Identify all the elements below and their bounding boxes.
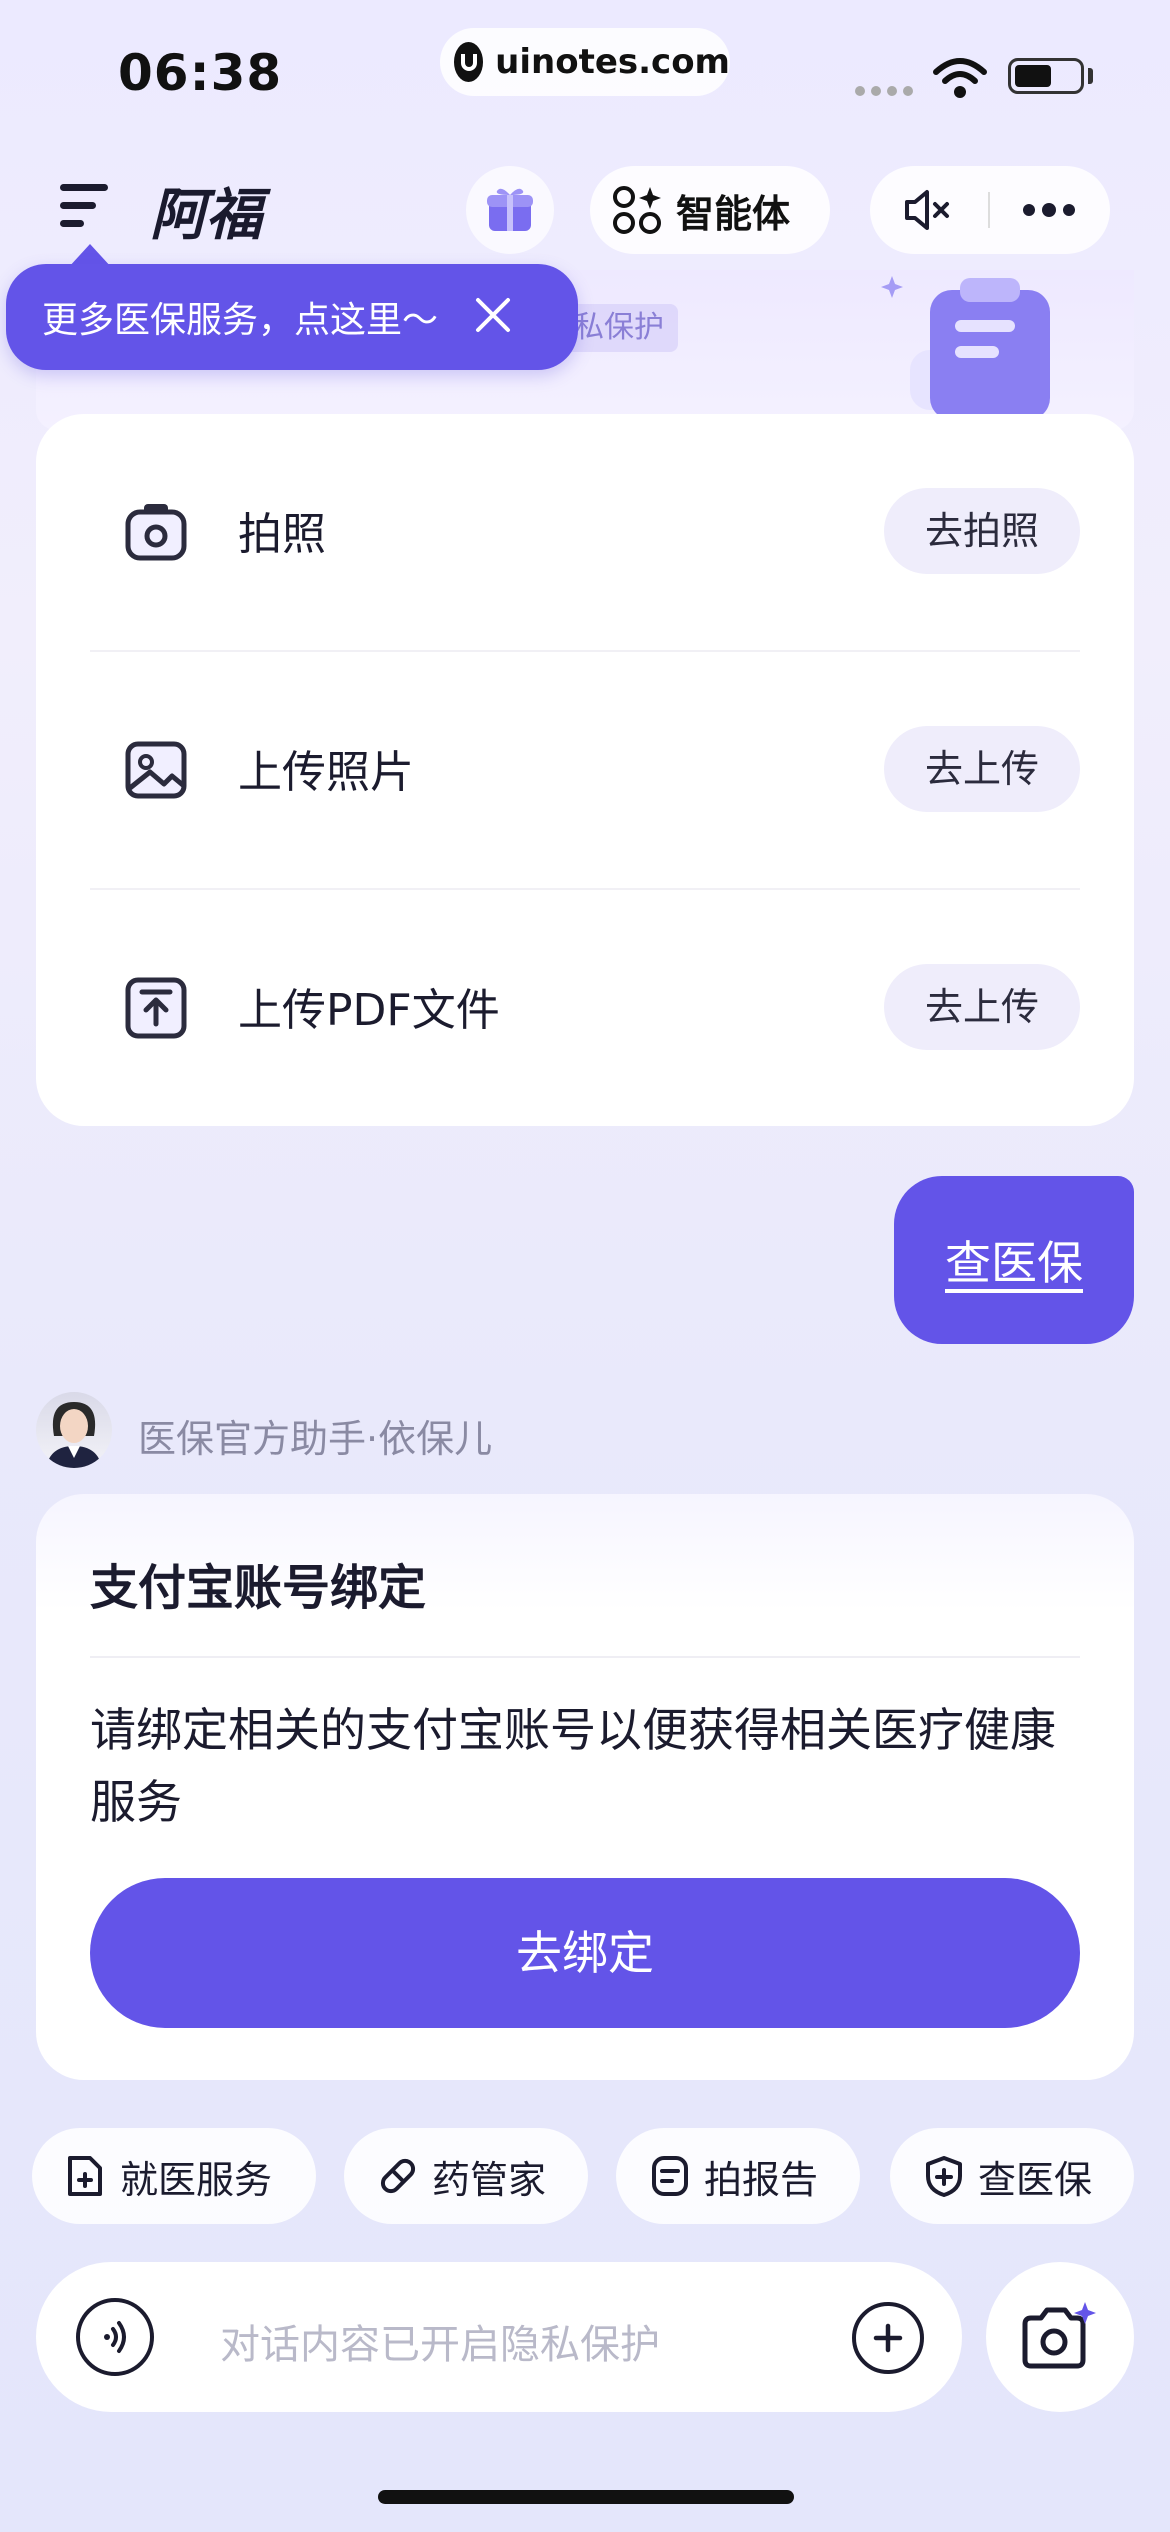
status-time: 06:38 bbox=[118, 44, 283, 102]
gift-button[interactable] bbox=[466, 166, 554, 254]
gift-icon bbox=[487, 188, 533, 231]
chat-input-bar: 对话内容已开启隐私保护 bbox=[36, 2262, 962, 2412]
plus-icon bbox=[873, 2323, 903, 2353]
chip-medical-services[interactable]: 就医服务 bbox=[32, 2128, 316, 2224]
camera-sparkle-icon bbox=[1022, 2302, 1096, 2369]
upload-pdf-button[interactable]: 去上传 bbox=[884, 964, 1080, 1050]
tooltip-close-icon[interactable] bbox=[474, 296, 512, 338]
chip-label: 拍报告 bbox=[704, 2157, 819, 2202]
more-dots-icon bbox=[1023, 203, 1075, 217]
battery-icon bbox=[1008, 58, 1084, 94]
services-tooltip[interactable]: 更多医保服务，点这里～ bbox=[6, 264, 578, 370]
divider bbox=[90, 1656, 1080, 1658]
medical-doc-icon bbox=[68, 2156, 102, 2196]
option-row-photo: 拍照 去拍照 bbox=[36, 414, 1134, 650]
pill-icon bbox=[380, 2158, 416, 2194]
tooltip-text: 更多医保服务，点这里～ bbox=[42, 300, 439, 341]
card-description: 请绑定相关的支付宝账号以便获得相关医疗健康服务 bbox=[90, 1703, 1056, 1829]
camera-button[interactable] bbox=[986, 2262, 1134, 2412]
url-text: uinotes.com bbox=[495, 42, 730, 82]
wifi-icon bbox=[932, 56, 988, 104]
url-pill[interactable]: uinotes.com bbox=[440, 28, 730, 96]
chip-label: 药管家 bbox=[432, 2157, 547, 2202]
user-message-bubble[interactable]: 查医保 bbox=[894, 1176, 1134, 1344]
agent-button[interactable]: 智能体 bbox=[590, 166, 830, 254]
report-icon bbox=[652, 2156, 688, 2196]
option-label: 拍照 bbox=[238, 509, 326, 560]
speaker-mute-icon bbox=[905, 190, 949, 230]
option-row-pdf: 上传PDF文件 去上传 bbox=[36, 890, 1134, 1126]
more-button[interactable] bbox=[990, 203, 1108, 217]
upload-image-button[interactable]: 去上传 bbox=[884, 726, 1080, 812]
card-title: 支付宝账号绑定 bbox=[90, 1560, 427, 1616]
capsule-controls bbox=[870, 166, 1110, 254]
add-attachment-button[interactable] bbox=[852, 2302, 924, 2374]
chip-label: 就医服务 bbox=[120, 2157, 273, 2202]
user-message-text: 查医保 bbox=[945, 1236, 1083, 1290]
chip-label: 查医保 bbox=[978, 2157, 1093, 2202]
home-indicator bbox=[378, 2490, 794, 2504]
avatar bbox=[36, 1392, 112, 1468]
chip-medicine-manager[interactable]: 药管家 bbox=[344, 2128, 588, 2224]
shield-plus-icon bbox=[926, 2156, 962, 2197]
image-icon bbox=[125, 741, 187, 799]
account-binding-card: 支付宝账号绑定 请绑定相关的支付宝账号以便获得相关医疗健康服务 去绑定 bbox=[36, 1494, 1134, 2080]
chat-input-placeholder[interactable]: 对话内容已开启隐私保护 bbox=[220, 2312, 660, 2370]
clipboard-illustration-icon bbox=[880, 270, 1060, 424]
cellular-signal-icon bbox=[855, 86, 913, 96]
upload-options-card: 拍照 去拍照 上传照片 去上传 上传PDF文件 去上传 bbox=[36, 414, 1134, 1126]
option-label: 上传PDF文件 bbox=[238, 985, 500, 1036]
assistant-name: 医保官方助手·依保儿 bbox=[138, 1417, 493, 1461]
camera-icon bbox=[125, 504, 187, 561]
site-logo-icon bbox=[454, 42, 484, 82]
chip-check-insurance[interactable]: 查医保 bbox=[890, 2128, 1134, 2224]
option-row-image: 上传照片 去上传 bbox=[36, 652, 1134, 888]
mute-button[interactable] bbox=[870, 188, 988, 232]
option-label: 上传照片 bbox=[238, 747, 414, 798]
voice-wave-icon bbox=[104, 2321, 126, 2353]
agent-label: 智能体 bbox=[676, 191, 791, 236]
app-title: 阿福 bbox=[150, 183, 262, 248]
battery-tip bbox=[1088, 68, 1093, 84]
chip-scan-report[interactable]: 拍报告 bbox=[616, 2128, 860, 2224]
menu-icon[interactable] bbox=[58, 182, 110, 234]
agent-grid-icon bbox=[613, 186, 661, 234]
voice-input-button[interactable] bbox=[76, 2298, 154, 2376]
bind-account-button[interactable]: 去绑定 bbox=[90, 1878, 1080, 2028]
upload-file-icon bbox=[125, 977, 187, 1039]
take-photo-button[interactable]: 去拍照 bbox=[884, 488, 1080, 574]
